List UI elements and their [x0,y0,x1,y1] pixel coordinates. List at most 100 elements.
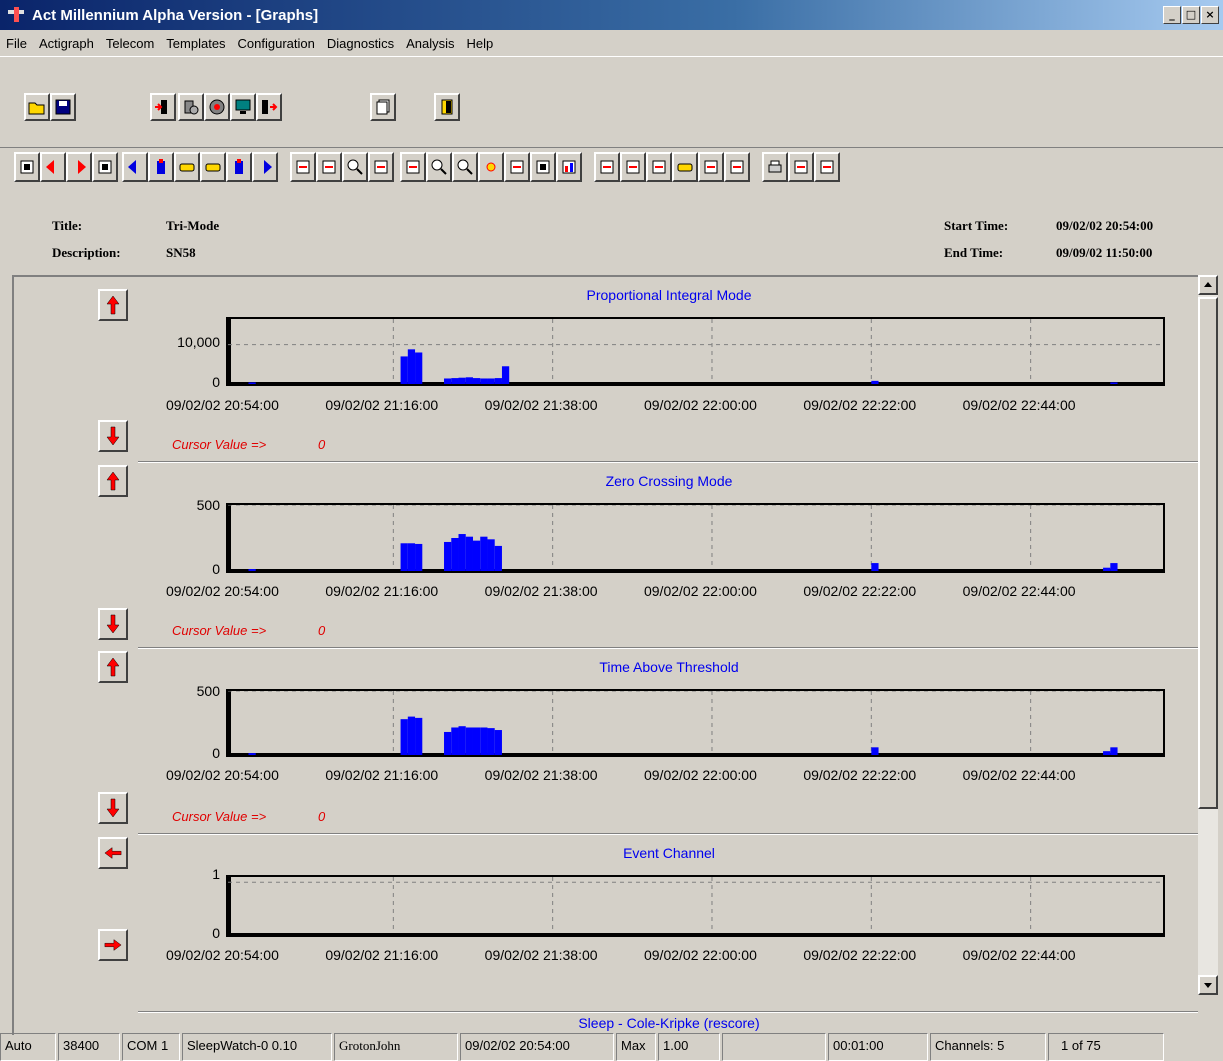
start-time-value: 09/02/02 20:54:00 [1056,218,1154,233]
open-button[interactable] [24,93,50,121]
menu-templates[interactable]: Templates [160,36,231,51]
device-settings-icon [184,100,199,115]
binoculars-button[interactable] [698,152,724,182]
zoom-out-time-button[interactable] [148,152,174,182]
menu-telecom[interactable]: Telecom [100,36,160,51]
move-graph-down-button[interactable] [98,792,128,824]
chart-svg [228,691,1163,755]
tools-icon [794,160,808,174]
monitor-button[interactable] [230,93,256,121]
menu-help[interactable]: Help [461,36,500,51]
x-tick-label: 09/02/02 22:22:00 [803,397,917,413]
data-bar [451,727,459,755]
data-bar [472,727,481,755]
exit-button[interactable] [434,93,460,121]
data-bar [248,382,256,384]
magnify-button[interactable] [342,152,368,182]
move-graph-up-button[interactable] [98,651,128,683]
window-controls: _ □ × [1163,6,1219,24]
add-marker-button[interactable] [290,152,316,182]
move-graph-down-button[interactable] [98,608,128,640]
data-bar [480,536,488,571]
scroll-right-button[interactable] [98,929,128,961]
edit-button[interactable] [316,152,342,182]
export-button[interactable] [594,152,620,182]
menu-diagnostics[interactable]: Diagnostics [321,36,400,51]
data-bar [487,728,495,755]
download-button[interactable] [150,93,176,121]
hand-point-button[interactable] [672,152,698,182]
data-bar [494,545,502,571]
move-graph-up-button[interactable] [98,465,128,497]
data-bar [465,377,473,384]
import-button[interactable] [620,152,646,182]
forward-button[interactable] [646,152,672,182]
data-bar [400,543,408,571]
upload-button[interactable] [256,93,282,121]
print-button[interactable] [762,152,788,182]
scroll-up-button[interactable] [1198,275,1218,295]
light-button[interactable] [478,152,504,182]
cursor-value-label: Cursor Value => [172,809,267,824]
tools-button[interactable] [788,152,814,182]
y-tick-label: 500 [196,683,220,699]
menu-analysis[interactable]: Analysis [400,36,460,51]
scroll-left-button[interactable] [98,837,128,869]
save-button[interactable] [50,93,76,121]
first-page-icon [20,160,34,174]
histogram-button[interactable] [556,152,582,182]
minimize-button[interactable]: _ [1163,6,1181,24]
scroll-thumb[interactable] [1198,297,1218,809]
forward-icon [652,160,666,174]
zoom-in-time-button[interactable] [226,152,252,182]
data-bar [494,378,502,384]
cursor-value: 0 [318,437,326,452]
report-button[interactable] [814,152,840,182]
hand-right-button[interactable] [200,152,226,182]
scroll-down-icon [1204,983,1212,988]
description-label: Description: [52,245,121,260]
status-max-value: 1.00 [658,1033,720,1061]
graph-plot[interactable] [226,689,1165,757]
scroll-down-button[interactable] [1198,975,1218,995]
y-axis [228,691,231,755]
menu-configuration[interactable]: Configuration [232,36,321,51]
menu-bar: File Actigraph Telecom Templates Configu… [0,30,1223,56]
arrow-up-icon [106,471,120,491]
graph-plot[interactable] [226,875,1165,937]
scroll-right-button[interactable] [252,152,278,182]
device-settings-button[interactable] [178,93,204,121]
previous-arrow-button[interactable] [40,152,66,182]
data-bar [407,543,416,571]
status-port: COM 1 [122,1033,180,1061]
copy-pages-button[interactable] [370,93,396,121]
menu-actigraph[interactable]: Actigraph [33,36,100,51]
record-button[interactable] [204,93,230,121]
next-arrow-button[interactable] [66,152,92,182]
first-page-button[interactable] [14,152,40,182]
close-button[interactable]: × [1201,6,1219,24]
graph-plot[interactable] [226,317,1165,386]
scroll-left-button[interactable] [122,152,148,182]
color-button[interactable] [504,152,530,182]
hand-left-button[interactable] [174,152,200,182]
zoom-out-button[interactable] [452,152,478,182]
hand-right-icon [205,163,221,172]
pen-button[interactable] [400,152,426,182]
maximize-button[interactable]: □ [1182,6,1200,24]
remove-marker-button[interactable] [368,152,394,182]
chart-svg [228,877,1163,935]
record-icon [209,99,225,115]
last-page-button[interactable] [92,152,118,182]
zoom-in-button[interactable] [426,152,452,182]
new-page-button[interactable] [530,152,556,182]
vertical-scrollbar[interactable] [1198,275,1218,995]
stamp-button[interactable] [724,152,750,182]
menu-file[interactable]: File [0,36,33,51]
graph-plot[interactable] [226,503,1165,573]
light-icon [486,162,496,172]
next-graph-title: Sleep - Cole-Kripke (rescore) [578,1015,760,1031]
move-graph-up-button[interactable] [98,289,128,321]
move-graph-down-button[interactable] [98,420,128,452]
data-bar [487,539,495,571]
